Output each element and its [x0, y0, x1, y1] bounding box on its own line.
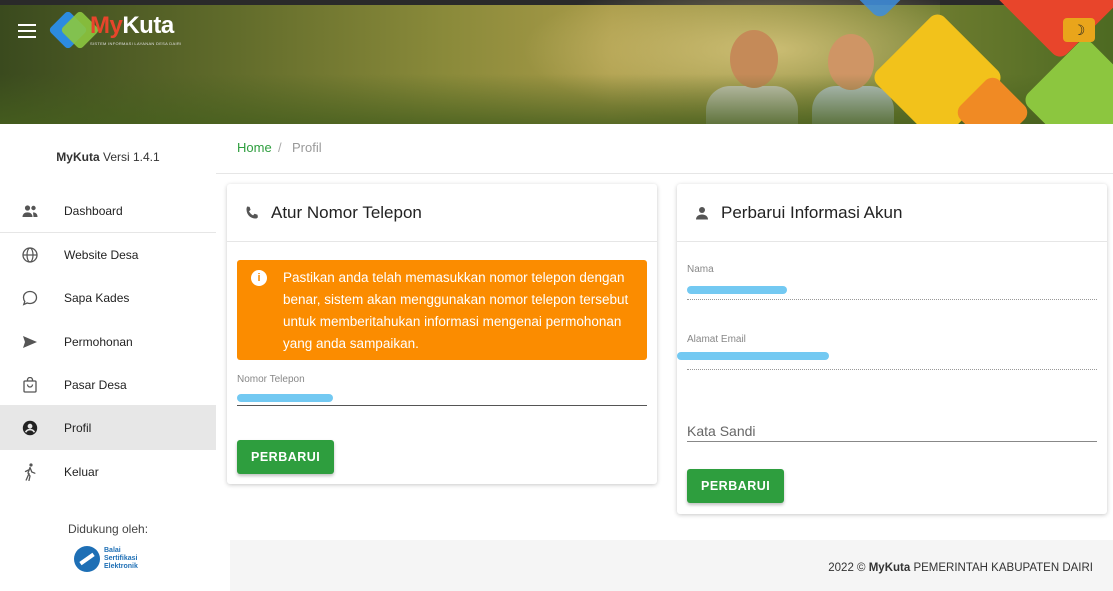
account-circle-icon — [20, 418, 40, 438]
info-icon: i — [251, 270, 267, 286]
sidebar-item-label: Website Desa — [64, 247, 139, 262]
logo-wordmark: MyKuta — [90, 12, 174, 40]
sidebar-item-label: Dashboard — [64, 203, 123, 218]
sidebar-item-label: Pasar Desa — [64, 377, 127, 392]
footer-text: 2022 © MyKuta PEMERINTAH KABUPATEN DAIRI — [828, 562, 1093, 574]
card-header: Perbarui Informasi Akun — [677, 184, 1107, 242]
sidebar-item-label: Sapa Kades — [64, 290, 130, 305]
email-field[interactable]: Alamat Email — [677, 334, 1097, 370]
redaction-scribble — [677, 352, 829, 360]
version-brand: MyKuta — [56, 150, 100, 164]
alert-text: Pastikan anda telah memasukkan nomor tel… — [283, 270, 629, 351]
update-phone-button[interactable]: PERBARUI — [237, 440, 335, 474]
send-icon — [20, 332, 40, 352]
theme-toggle-button[interactable]: ☽ — [1063, 18, 1095, 42]
partner-logo-text: Balai Sertifikasi Elektronik — [104, 547, 138, 571]
breadcrumb: Home / Profil — [216, 124, 1113, 174]
phone-settings-card: Atur Nomor Telepon i Pastikan anda telah… — [227, 184, 657, 484]
hamburger-menu-icon[interactable] — [18, 24, 36, 38]
partner-logo-emblem — [74, 546, 100, 572]
version-text: Versi 1.4.1 — [99, 150, 160, 164]
partner-line: Elektronik — [104, 563, 138, 570]
phone-field-value[interactable] — [237, 388, 647, 406]
header-banner: MyKuta SISTEM INFORMASI LAYANAN DESA DAI… — [0, 0, 1113, 124]
email-field-value[interactable] — [677, 348, 1097, 370]
person-icon — [693, 204, 711, 222]
globe-icon — [20, 245, 40, 265]
logo-tagline: SISTEM INFORMASI LAYANAN DESA DAIRI — [90, 41, 182, 46]
breadcrumb-current: Profil — [292, 140, 322, 155]
password-input[interactable] — [687, 420, 1097, 442]
phone-field-label: Nomor Telepon — [237, 374, 305, 385]
footer: 2022 © MyKuta PEMERINTAH KABUPATEN DAIRI — [230, 540, 1113, 591]
sidebar-item-profil[interactable]: Profil — [0, 405, 216, 450]
app-logo[interactable]: MyKuta SISTEM INFORMASI LAYANAN DESA DAI… — [48, 10, 181, 52]
phone-number-field[interactable]: Nomor Telepon — [237, 374, 647, 406]
phone-icon — [243, 204, 261, 222]
footer-year: 2022 © — [828, 562, 869, 574]
footer-org: PEMERINTAH KABUPATEN DAIRI — [910, 562, 1093, 574]
sidebar: MyKuta Versi 1.4.1 Dashboard Website Des… — [0, 124, 216, 591]
sidebar-item-sapa-kades[interactable]: Sapa Kades — [0, 275, 216, 320]
moon-icon: ☽ — [1072, 21, 1086, 38]
logo-kuta: Kuta — [122, 12, 174, 39]
field-underline — [237, 405, 647, 406]
phone-warning-alert: i Pastikan anda telah memasukkan nomor t… — [237, 260, 647, 360]
field-underline — [687, 299, 1097, 300]
shopping-bag-icon — [20, 375, 40, 395]
sidebar-item-website-desa[interactable]: Website Desa — [0, 232, 216, 277]
sidebar-item-pasar-desa[interactable]: Pasar Desa — [0, 362, 216, 407]
card-header: Atur Nomor Telepon — [227, 184, 657, 242]
sidebar-item-label: Profil — [64, 420, 92, 435]
breadcrumb-separator: / — [278, 140, 282, 155]
name-field-label: Nama — [687, 264, 714, 275]
sidebar-item-permohonan[interactable]: Permohonan — [0, 319, 216, 364]
supported-by-label: Didukung oleh: — [67, 522, 149, 536]
name-field[interactable]: Nama — [687, 264, 1097, 300]
field-underline — [687, 369, 1097, 370]
redaction-scribble — [237, 394, 333, 402]
sidebar-item-label: Permohonan — [64, 334, 133, 349]
users-icon — [20, 201, 40, 221]
sidebar-item-label: Keluar — [64, 464, 99, 479]
walking-person-icon — [20, 462, 40, 482]
sidebar-item-dashboard[interactable]: Dashboard — [0, 188, 216, 233]
partner-line: Sertifikasi — [104, 555, 138, 562]
account-info-card: Perbarui Informasi Akun Nama Alamat Emai… — [677, 184, 1107, 514]
sidebar-item-keluar[interactable]: Keluar — [0, 449, 216, 494]
breadcrumb-home-link[interactable]: Home — [237, 140, 272, 155]
partner-line: Balai — [104, 547, 121, 554]
card-title: Atur Nomor Telepon — [271, 202, 422, 222]
redaction-scribble — [687, 286, 787, 294]
footer-brand: MyKuta — [868, 562, 911, 574]
name-field-value[interactable] — [687, 278, 1097, 300]
partner-logo: Balai Sertifikasi Elektronik — [74, 542, 164, 576]
logo-my: My — [90, 12, 123, 39]
app-version: MyKuta Versi 1.4.1 — [0, 150, 216, 164]
chat-bubble-icon — [20, 288, 40, 308]
email-field-label: Alamat Email — [687, 334, 746, 345]
update-account-button[interactable]: PERBARUI — [687, 469, 785, 503]
card-title: Perbarui Informasi Akun — [721, 202, 903, 222]
